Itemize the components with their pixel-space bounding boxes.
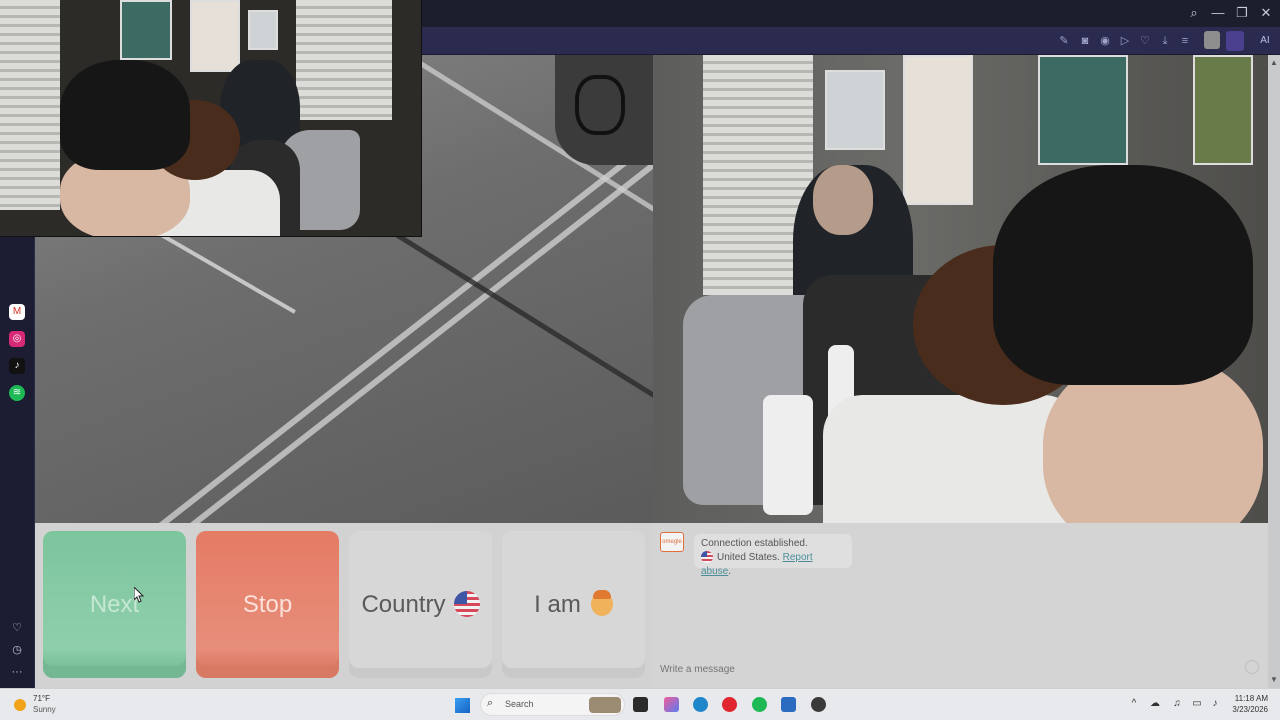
download-icon[interactable]: ⤓ [1157,33,1173,49]
search-placeholder: Search [505,699,534,709]
i-am-button[interactable]: I am [502,531,645,678]
scrollbar[interactable]: ▲ ▼ [1268,55,1280,688]
close-button[interactable]: ✕ [1256,4,1276,22]
microphone-icon[interactable]: ♫ [1170,698,1184,709]
report-suffix: . [728,566,732,577]
app-icon[interactable] [811,697,826,712]
search-tabs-icon[interactable]: ⌕ [1184,4,1204,22]
send-icon[interactable] [1245,660,1259,674]
next-label: Next [89,591,140,618]
play-icon[interactable]: ▷ [1117,33,1133,49]
boy-face-icon [590,589,613,616]
ai-button[interactable]: AI [1252,32,1278,50]
tiktok-icon[interactable]: ♪ [9,358,25,374]
task-view-icon[interactable] [633,697,648,712]
self-video [653,55,1268,523]
stop-label: Stop [242,591,293,618]
extensions-icon[interactable] [1226,31,1244,51]
controls-panel: Next Stop Country I am [35,523,653,688]
us-flag-icon [453,590,480,617]
tray-chevron-icon[interactable]: ^ [1127,698,1141,709]
self-preview [0,0,422,237]
network-icon[interactable]: ▭ [1190,698,1204,709]
chat-panel: omegle Connection established. United St… [653,523,1268,688]
i-am-label: I am [534,591,581,618]
volume-icon[interactable]: ♪ [1208,698,1222,709]
mouse-cursor-icon [134,587,144,603]
taskbar-search[interactable]: ⌕ Search [480,693,625,716]
status-text: Connection established. [701,538,808,549]
search-highlight-icon [589,697,621,713]
weather-temp[interactable]: 71°F [33,694,50,704]
scroll-down-icon[interactable]: ▼ [1268,674,1280,686]
windows-taskbar: 71°F Sunny ⌕ Search ^ ☁ ♫ ▭ ♪ 11:18 AM 3… [0,688,1280,720]
edge-icon[interactable] [693,697,708,712]
profile-avatar-icon[interactable] [1204,31,1220,49]
message-input[interactable] [660,660,1245,678]
vpn-icon[interactable]: ◉ [1097,33,1113,49]
minimize-button[interactable]: — [1208,4,1228,22]
edit-icon[interactable]: ✎ [1056,33,1072,49]
scroll-up-icon[interactable]: ▲ [1268,57,1280,69]
history-icon[interactable]: ◷ [9,642,25,658]
windows-start-icon[interactable] [455,698,470,713]
country-label: Country [361,591,446,618]
clock-time[interactable]: 11:18 AM [1224,694,1268,704]
favorites-icon[interactable]: ♡ [9,620,25,636]
spotify-icon[interactable]: ≋ [9,385,25,401]
screen: ⌕ — ❐ ✕ ✎ ◙ ◉ ▷ ♡ ⤓ ≡ AI ▲ ▼ M ◎ ♪ ≋ ♡ ◷… [0,0,1280,720]
country-line: United States. Report abuse. [701,551,845,579]
browser-titlebar: ⌕ — ❐ ✕ [422,0,1280,27]
omegle-logo: omegle [660,532,684,552]
browser-toolbar: ✎ ◙ ◉ ▷ ♡ ⤓ ≡ AI [422,27,1280,55]
country-text: United States. [717,552,780,563]
clock-date[interactable]: 3/23/2026 [1224,705,1268,715]
sun-icon[interactable] [14,699,26,711]
weather-desc[interactable]: Sunny [33,705,56,715]
opera-icon[interactable] [722,697,737,712]
copilot-icon[interactable] [664,697,679,712]
system-message: Connection established. United States. R… [694,534,852,577]
browser-sidebar: M ◎ ♪ ≋ ♡ ◷ ··· [0,237,35,688]
menu-icon[interactable]: ≡ [1177,33,1193,49]
country-button[interactable]: Country [349,531,492,678]
next-button[interactable]: Next [43,531,186,678]
store-icon[interactable] [781,697,796,712]
restore-button[interactable]: ❐ [1232,4,1252,22]
more-icon[interactable]: ··· [9,664,25,680]
camera-icon[interactable]: ◙ [1077,33,1093,49]
spotify-taskbar-icon[interactable] [752,697,767,712]
cloud-icon[interactable]: ☁ [1148,698,1162,709]
instagram-icon[interactable]: ◎ [9,331,25,347]
gmail-icon[interactable]: M [9,304,25,320]
heart-icon[interactable]: ♡ [1137,33,1153,49]
us-flag-icon [701,551,713,564]
stop-button[interactable]: Stop [196,531,339,678]
search-icon: ⌕ [487,697,494,709]
